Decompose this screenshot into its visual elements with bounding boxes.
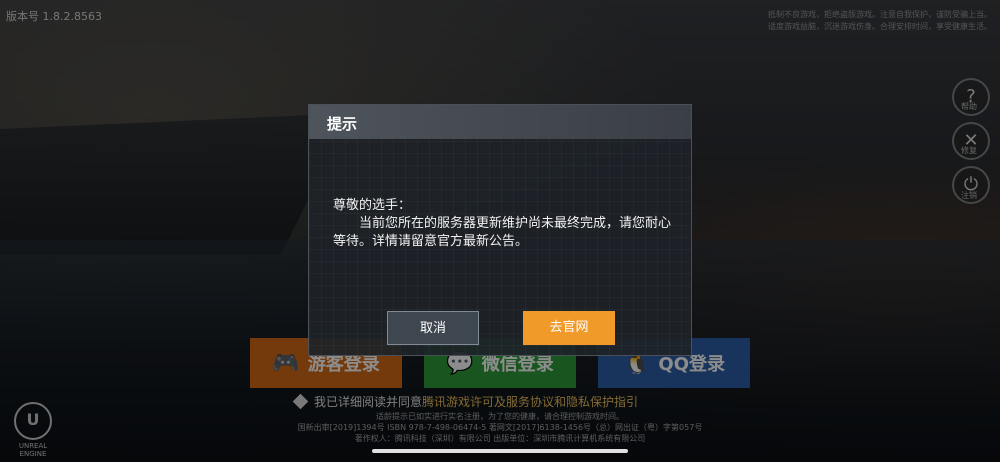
dialog-message: 尊敬的选手： 当前您所在的服务器更新维护尚未最终完成，请您耐心等待。详情请留意官… [333,197,673,251]
home-indicator[interactable] [372,449,628,453]
official-site-button[interactable]: 去官网 [523,311,615,345]
dialog-title: 提示 [327,115,358,133]
dialog-greeting: 尊敬的选手： [333,198,412,213]
dialog-body-text: 当前您所在的服务器更新维护尚未最终完成，请您耐心等待。详情请留意官方最新公告。 [333,216,672,249]
dialog-header [309,105,691,139]
maintenance-dialog: 提示 尊敬的选手： 当前您所在的服务器更新维护尚未最终完成，请您耐心等待。详情请… [308,104,692,356]
cancel-button[interactable]: 取消 [387,311,479,345]
